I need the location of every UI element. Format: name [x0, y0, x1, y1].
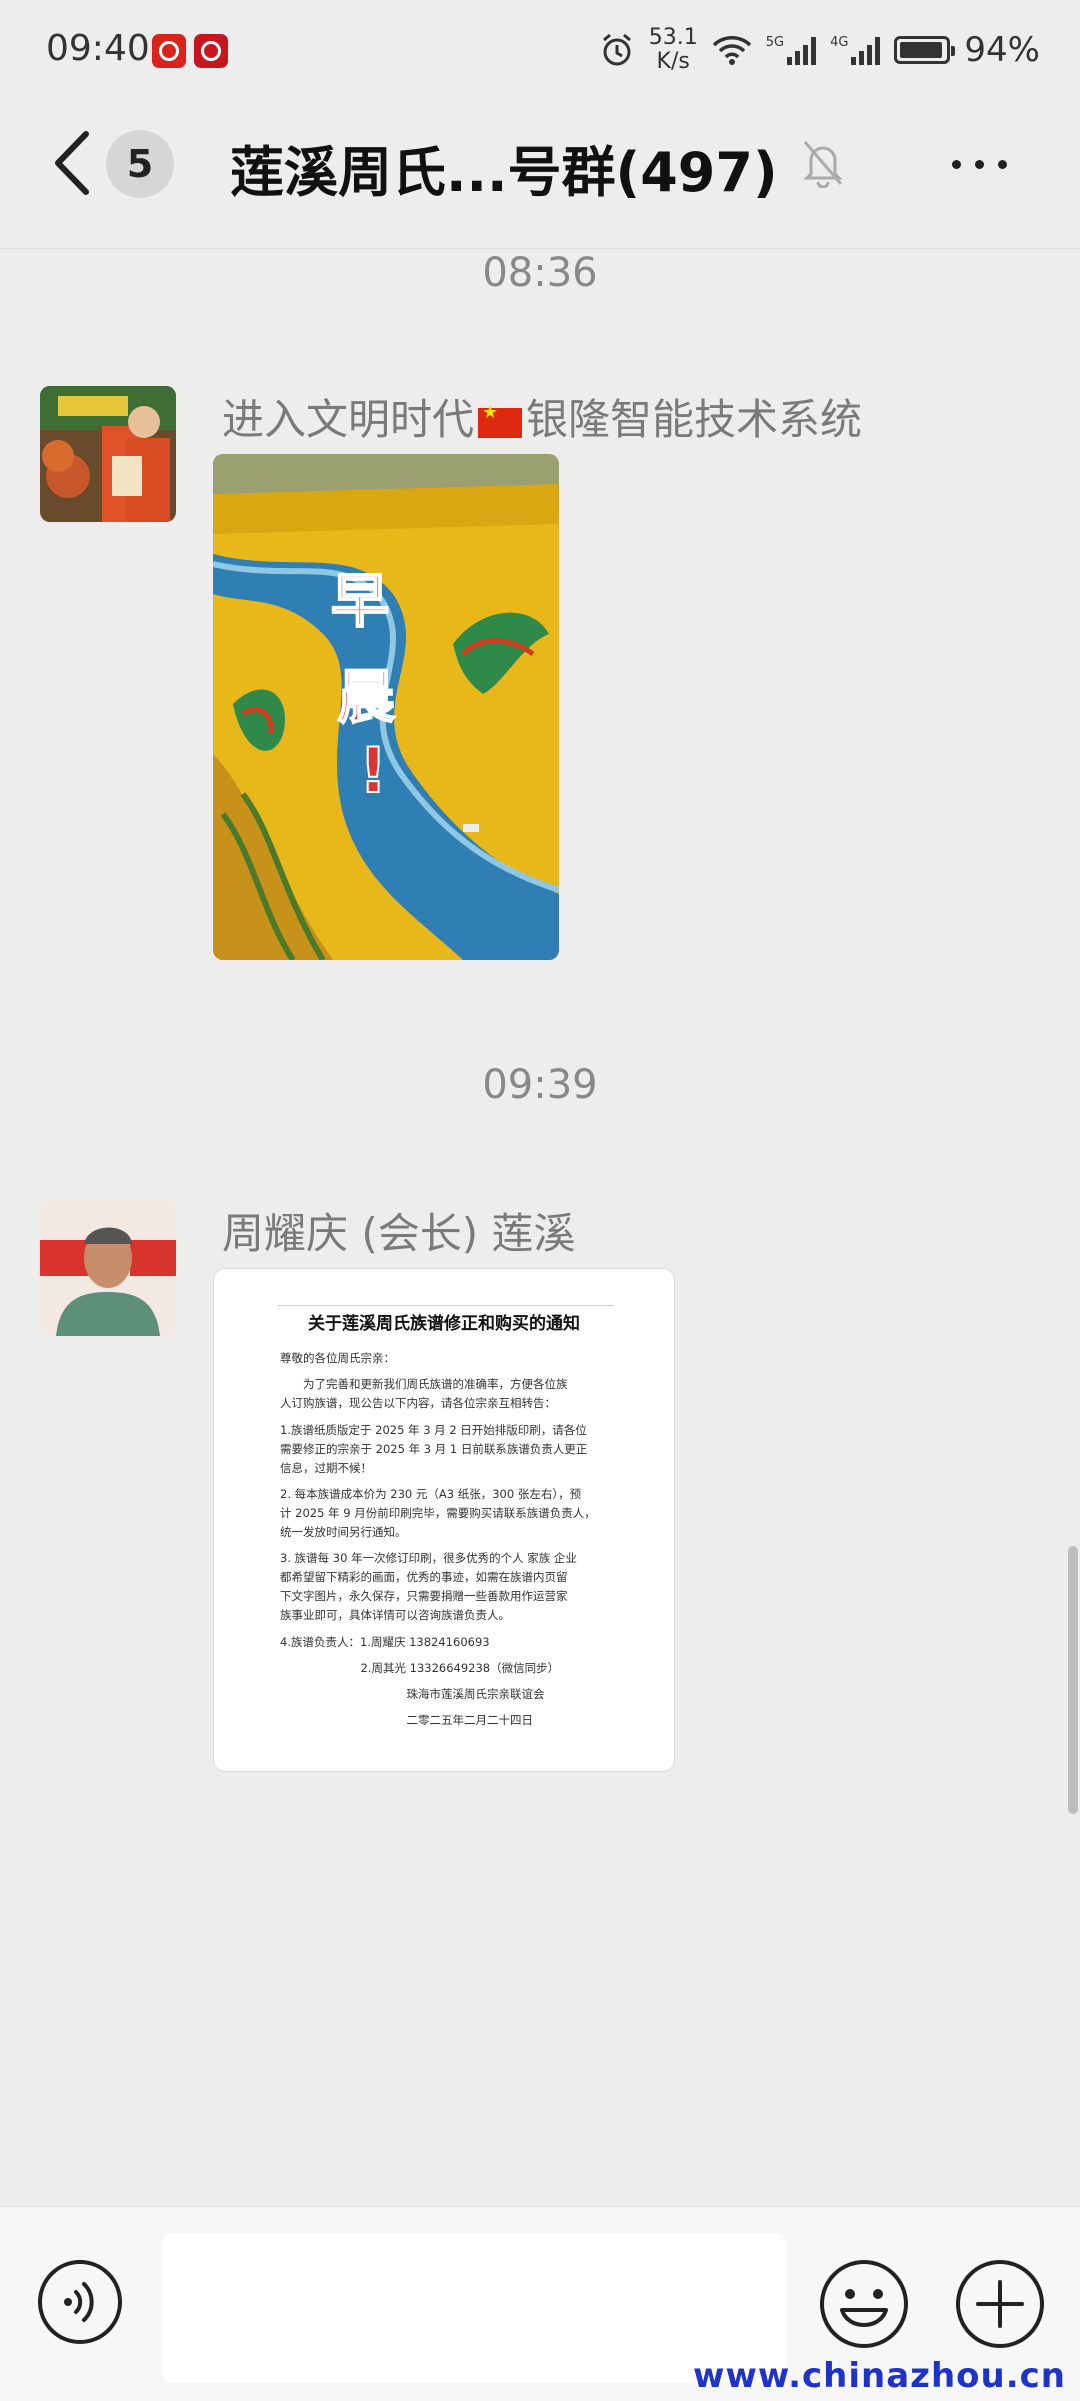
document-line: 2.周其光 13326649238（微信同步）: [280, 1661, 560, 1675]
more-icon[interactable]: [952, 160, 1007, 169]
avatar[interactable]: [40, 386, 176, 522]
signal-5g-label: 5G: [765, 35, 785, 50]
wifi-icon: [712, 36, 751, 65]
battery-level: 94%: [964, 30, 1040, 70]
back-icon[interactable]: [52, 130, 92, 196]
watermark: www.chinazhou.cn: [693, 2356, 1066, 2396]
emoji-icon[interactable]: [818, 2258, 910, 2350]
image-message[interactable]: 早 晨 !: [213, 454, 559, 960]
status-bar: 09:40 53.1 K/s 5G 4G 94%: [0, 0, 1080, 100]
document-line: 需要修正的宗亲于 2025 年 3 月 1 日前联系族谱负责人更正: [280, 1442, 588, 1456]
document-line: 3. 族谱每 30 年一次修订印刷，很多优秀的个人 家族 企业: [280, 1551, 577, 1565]
document-line: 人订购族谱，现公告以下内容，请各位宗亲互相转告：: [280, 1396, 556, 1410]
signal-4g-icon: 4G: [830, 35, 881, 65]
document-line: 珠海市莲溪周氏宗亲联谊会: [280, 1687, 545, 1701]
document-line: 为了完善和更新我们周氏族谱的准确率，方便各位族: [280, 1377, 568, 1391]
sender-name-suffix: 银隆智能技术系统: [526, 395, 863, 444]
document-line: 尊敬的各位周氏宗亲：: [280, 1351, 395, 1365]
bank-notification-icon: [194, 34, 228, 68]
document-line: 二零二五年二月二十四日: [280, 1713, 533, 1727]
image-text-3: !: [358, 733, 388, 808]
document-line: 信息，过期不候！: [280, 1461, 372, 1475]
battery-icon: [894, 36, 956, 64]
signal-5g-icon: 5G: [765, 35, 817, 65]
alarm-icon: [602, 33, 631, 66]
net-speed: 53.1 K/s: [649, 26, 698, 74]
chat-title[interactable]: 莲溪周氏...号群(497): [230, 128, 778, 207]
status-indicators: 53.1 K/s 5G 4G 94%: [599, 26, 1040, 74]
unread-count-badge[interactable]: 5: [106, 130, 174, 198]
document-line: 都希望留下精彩的画面，优秀的事迹，如需在族谱内页留: [280, 1570, 568, 1584]
document-line: 计 2025 年 9 月份前印刷完毕，需要购买请联系族谱负责人，: [280, 1506, 596, 1520]
message-timestamp: 08:36: [482, 250, 598, 296]
voice-icon[interactable]: [36, 2258, 124, 2346]
bell-muted-icon: [803, 141, 843, 188]
net-speed-value: 53.1: [648, 25, 698, 50]
document-line: 2. 每本族谱成本价为 230 元（A3 纸张，300 张左右），预: [280, 1487, 582, 1501]
image-text-1: 早: [330, 566, 390, 636]
image-text-2: 晨: [336, 662, 396, 732]
sender-name-prefix: 进入文明时代: [222, 395, 475, 444]
document-line: 族事业即可，具体详情可以咨询族谱负责人。: [280, 1608, 510, 1622]
document-title: 关于莲溪周氏族谱修正和购买的通知: [308, 1314, 580, 1334]
document-line: 下文字图片，永久保存，只需要捐赠一些善款用作运营家: [280, 1589, 568, 1603]
app-notification-icon: [152, 34, 186, 68]
china-flag-icon: [478, 402, 523, 438]
scrollbar[interactable]: [1068, 1546, 1078, 1814]
document-line: 1.族谱纸质版定于 2025 年 3 月 2 日开始排版印刷，请各位: [280, 1423, 587, 1437]
status-time: 09:40: [46, 28, 150, 69]
document-line: 统一发放时间另行通知。: [280, 1525, 407, 1539]
sender-name: 周耀庆 (会长) 莲溪: [222, 1209, 576, 1258]
message-timestamp: 09:39: [482, 1062, 598, 1108]
header-divider: [0, 248, 1080, 249]
sender-name: 进入文明时代 银隆智能技术系统: [222, 386, 862, 447]
document-line: 4.族谱负责人：1.周耀庆 13824160693: [280, 1635, 490, 1649]
avatar[interactable]: [40, 1200, 176, 1336]
signal-4g-label: 4G: [830, 35, 849, 50]
plus-icon[interactable]: [954, 2258, 1046, 2350]
net-speed-unit: K/s: [656, 49, 690, 74]
document-message[interactable]: 关于莲溪周氏族谱修正和购买的通知 尊敬的各位周氏宗亲： 为了完善和更新我们周氏族…: [213, 1268, 675, 1772]
